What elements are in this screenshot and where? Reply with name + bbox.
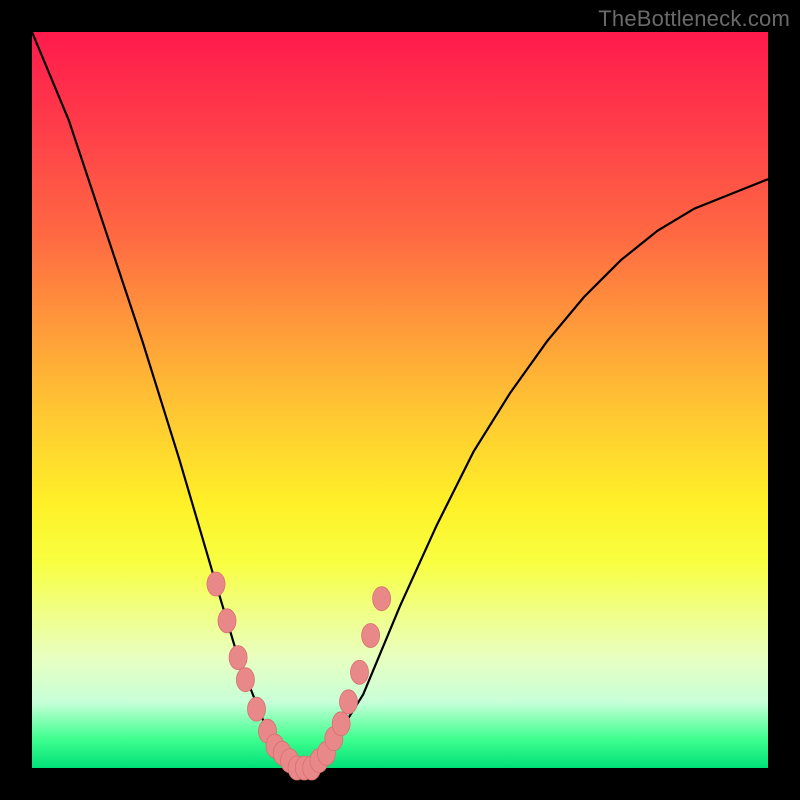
curve-marker [229,646,247,670]
curve-marker [248,697,266,721]
marker-group [207,572,391,780]
curve-marker [332,712,350,736]
curve-marker [373,587,391,611]
curve-marker [236,668,254,692]
curve-marker [207,572,225,596]
watermark-text: TheBottleneck.com [598,6,790,32]
curve-marker [340,690,358,714]
chart-overlay [32,32,768,768]
curve-marker [362,624,380,648]
curve-marker [351,660,369,684]
curve-marker [218,609,236,633]
bottleneck-curve [32,32,768,768]
